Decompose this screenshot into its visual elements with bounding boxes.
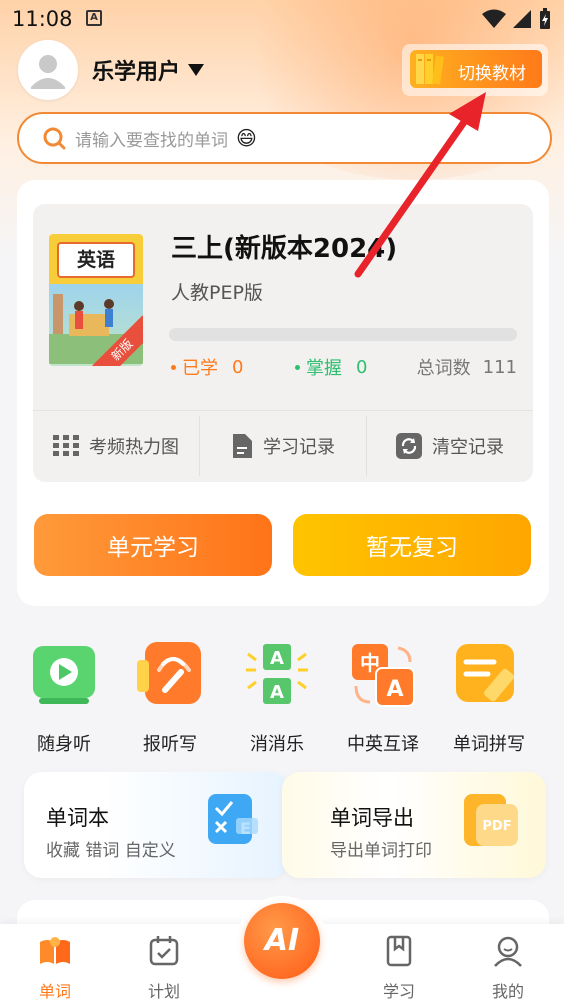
ai-button[interactable]: AI: [237, 896, 327, 986]
status-bar: 11:08 A: [0, 0, 564, 38]
profile-icon: [494, 936, 522, 967]
refresh-icon: [396, 433, 422, 459]
feature-dictation-label: 报听写: [143, 734, 197, 755]
feature-listen[interactable]: 随身听: [9, 640, 119, 760]
feature-translate-label: 中英互译: [347, 734, 419, 755]
export-title: 单词导出: [330, 806, 414, 830]
ai-button-label: AI: [244, 903, 320, 979]
clear-record-label: 清空记录: [432, 437, 504, 458]
wifi-icon: [482, 9, 506, 28]
nav-plan[interactable]: 计划: [124, 930, 204, 1001]
book-info-panel: 英语 新版 三上(新版本2024) 人教PEP版 已学 0 掌握 0 总词数 1…: [33, 204, 533, 482]
total-stat: 总词数 111: [417, 354, 517, 380]
switch-textbook-label: 切换教材: [458, 64, 526, 84]
document-icon: [233, 434, 252, 458]
study-progress-bar: [169, 328, 517, 341]
unit-study-button[interactable]: 单元学习: [34, 514, 272, 576]
svg-text:A: A: [270, 648, 284, 669]
wordbook-icon: E: [208, 794, 258, 844]
nav-plan-label: 计划: [147, 982, 180, 1001]
review-button[interactable]: 暂无复习: [293, 514, 531, 576]
learned-dot: [171, 364, 176, 370]
user-name-dropdown[interactable]: 乐学用户: [92, 54, 205, 86]
search-bar[interactable]: 请输入要查找的单词 😄: [17, 112, 552, 164]
export-card[interactable]: 单词导出 导出单词打印 PDF: [282, 772, 546, 878]
heatmap-label: 考频热力图: [89, 437, 179, 458]
open-book-icon: [40, 937, 70, 964]
total-label: 总词数: [416, 358, 471, 379]
learned-label: 已学: [182, 358, 218, 379]
caret-down-icon: [188, 64, 205, 76]
battery-icon: [540, 8, 550, 29]
spelling-icon: [456, 644, 515, 702]
pdf-icon: PDF: [464, 794, 518, 846]
study-record-button[interactable]: 学习记录: [200, 410, 366, 482]
smile-emoji-icon: 😄: [236, 126, 257, 150]
book-cover-title: 英语: [57, 242, 135, 278]
wordbook-card[interactable]: 单词本 收藏 错词 自定义 E: [24, 772, 288, 878]
status-time: 11:08: [12, 7, 73, 31]
mastered-label: 掌握: [306, 358, 342, 379]
textbook-card: 英语 新版 三上(新版本2024) 人教PEP版 已学 0 掌握 0 总词数 1…: [17, 180, 549, 606]
feature-listen-label: 随身听: [37, 734, 91, 755]
feature-spelling[interactable]: 单词拼写: [434, 640, 544, 760]
play-icon: [33, 646, 95, 704]
book-title: 三上(新版本2024): [171, 234, 398, 264]
feature-match-label: 消消乐: [250, 734, 304, 755]
feature-match[interactable]: A A 消消乐: [222, 640, 332, 760]
pdf-icon-text: PDF: [482, 819, 511, 834]
match-icon: A A: [246, 644, 308, 704]
user-icon: [21, 43, 75, 97]
mastered-stat: 掌握 0: [295, 354, 367, 380]
search-icon: [43, 127, 66, 150]
feature-spelling-label: 单词拼写: [453, 734, 525, 755]
books-icon: [416, 54, 444, 85]
avatar[interactable]: [18, 40, 78, 100]
status-icons: [482, 8, 552, 30]
clear-record-button[interactable]: 清空记录: [367, 410, 533, 482]
nav-study[interactable]: 学习: [359, 930, 439, 1001]
search-placeholder: 请输入要查找的单词: [75, 130, 228, 151]
switch-textbook-button[interactable]: 切换教材: [402, 44, 548, 96]
wordbook-title: 单词本: [46, 806, 109, 830]
export-subtitle: 导出单词打印: [330, 841, 432, 861]
mastered-dot: [295, 364, 300, 370]
learned-value: 0: [232, 356, 244, 378]
svg-text:A: A: [270, 682, 284, 703]
signal-icon: [513, 10, 531, 28]
feature-translate[interactable]: 中 A 中英互译: [328, 640, 438, 760]
nav-words-label: 单词: [38, 982, 71, 1001]
total-value: 111: [482, 356, 517, 378]
status-app-indicator: A: [86, 10, 102, 26]
nav-mine[interactable]: 我的: [468, 930, 548, 1001]
nav-mine-label: 我的: [491, 982, 524, 1001]
calendar-check-icon: [149, 936, 179, 966]
heatmap-button[interactable]: 考频热力图: [33, 410, 199, 482]
learned-stat: 已学 0: [171, 354, 243, 380]
grid-icon: [53, 435, 79, 456]
bookmark-book-icon: [386, 935, 412, 967]
study-record-label: 学习记录: [263, 437, 335, 458]
sound-pencil-icon: [137, 642, 201, 704]
feature-dictation[interactable]: 报听写: [115, 640, 225, 760]
book-cover[interactable]: 英语 新版: [49, 234, 143, 366]
svg-text:A: A: [386, 677, 403, 702]
user-name: 乐学用户: [92, 60, 181, 85]
nav-study-label: 学习: [382, 982, 415, 1001]
wordbook-subtitle: 收藏 错词 自定义: [46, 841, 176, 861]
nav-words[interactable]: 单词: [15, 930, 95, 1001]
switch-textbook-inner: 切换教材: [410, 50, 542, 88]
book-edition: 人教PEP版: [171, 282, 263, 304]
translate-icon: 中 A: [352, 644, 415, 707]
mastered-value: 0: [356, 356, 368, 378]
